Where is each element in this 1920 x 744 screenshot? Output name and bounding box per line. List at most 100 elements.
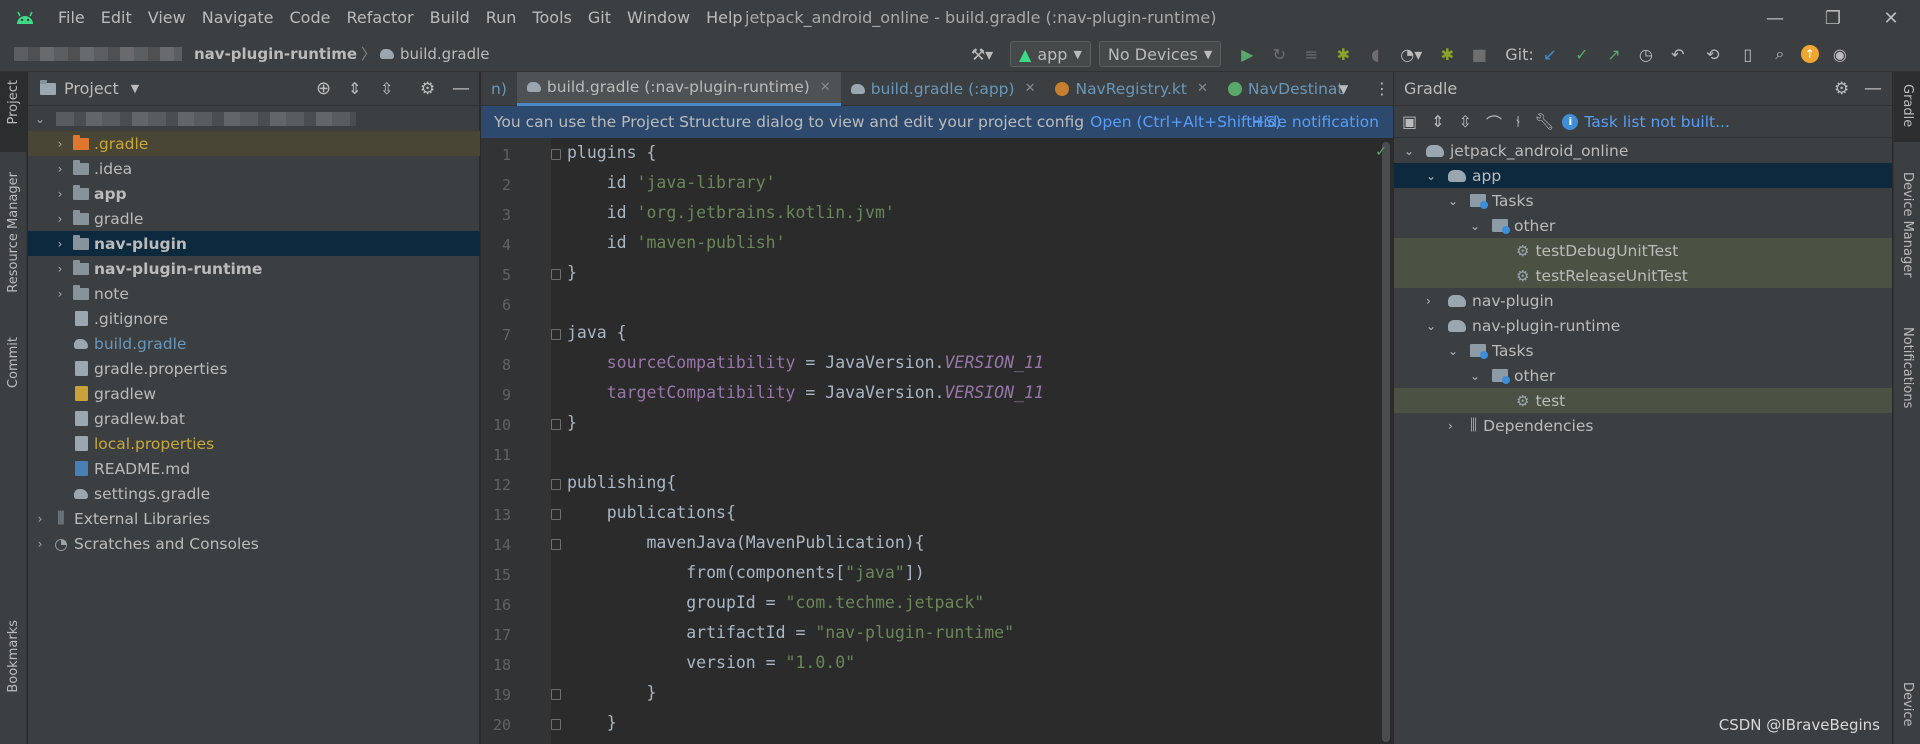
git-push-icon[interactable]: ↗ (1598, 41, 1630, 67)
editor-tab-navregistry[interactable]: NavRegistry.kt ✕ (1045, 72, 1217, 106)
scrollbar-thumb[interactable] (1382, 142, 1390, 742)
device-manager-tool-button[interactable]: Device Manager (1900, 172, 1915, 278)
tree-row[interactable]: README.md (28, 456, 480, 481)
menu-refactor[interactable]: Refactor (338, 0, 421, 36)
gear-icon[interactable]: ⚙ (1834, 79, 1849, 99)
editor-tab-partial[interactable]: n) (481, 72, 517, 106)
gradle-tree-tasks[interactable]: ⌄ Tasks (1394, 338, 1892, 363)
fold-marker-icon[interactable] (551, 269, 561, 280)
gradle-tree-dependencies[interactable]: › ⫼ Dependencies (1394, 413, 1892, 438)
tree-row[interactable]: › note (28, 281, 480, 306)
fold-marker-icon[interactable] (551, 419, 561, 430)
restore-icon[interactable]: ❐ (1804, 0, 1862, 36)
tree-row[interactable]: › ◔ Scratches and Consoles (28, 531, 480, 556)
fold-marker-icon[interactable] (551, 689, 561, 700)
git-rollback-icon[interactable]: ↶ (1662, 41, 1694, 67)
project-tool-button[interactable]: Project (0, 72, 27, 152)
tree-row[interactable]: › nav-plugin (28, 231, 480, 256)
menu-run[interactable]: Run (478, 0, 525, 36)
bookmarks-tool-button[interactable]: Bookmarks (6, 620, 21, 693)
minimize-icon[interactable]: — (1746, 0, 1804, 36)
menu-file[interactable]: File (50, 0, 93, 36)
gradle-task-row[interactable]: ⚙ testDebugUnitTest (1394, 238, 1892, 263)
menu-edit[interactable]: Edit (93, 0, 140, 36)
git-commit-icon[interactable]: ✓ (1566, 41, 1598, 67)
gradle-tree-app[interactable]: ⌄ app (1394, 163, 1892, 188)
search-icon[interactable]: ⌕ (1764, 41, 1796, 67)
fold-marker-icon[interactable] (551, 329, 561, 340)
tree-row[interactable]: › ⫼ External Libraries (28, 506, 480, 531)
gradle-tree-root[interactable]: ⌄ jetpack_android_online (1394, 138, 1892, 163)
show-dependencies-icon[interactable]: ⫮ (1516, 112, 1520, 132)
gradle-tree-other[interactable]: ⌄ other (1394, 363, 1892, 388)
apply-code-changes-icon[interactable]: ≡ (1295, 41, 1327, 67)
tree-row[interactable]: › nav-plugin-runtime (28, 256, 480, 281)
inspection-ok-icon[interactable]: ✓ (1375, 144, 1387, 160)
fold-marker-icon[interactable] (551, 719, 561, 730)
gear-icon[interactable]: ⚙ (420, 79, 435, 99)
chevron-right-icon[interactable]: › (52, 237, 68, 251)
locate-icon[interactable]: ⊕ (316, 78, 331, 99)
close-icon[interactable]: ✕ (1862, 0, 1920, 36)
collapse-all-icon[interactable]: ⇳ (380, 79, 393, 98)
menu-build[interactable]: Build (422, 0, 478, 36)
stop-icon[interactable]: ■ (1463, 41, 1495, 67)
tree-row[interactable]: › gradle (28, 206, 480, 231)
menu-git[interactable]: Git (580, 0, 619, 36)
chevron-right-icon[interactable]: › (32, 512, 48, 526)
tree-row[interactable]: › app (28, 181, 480, 206)
git-update-icon[interactable]: ↙ (1534, 41, 1566, 67)
breadcrumb-module[interactable]: nav-plugin-runtime (194, 45, 357, 63)
gradle-sync-icon[interactable]: ⟲ (1694, 41, 1732, 67)
menu-navigate[interactable]: Navigate (194, 0, 282, 36)
tree-row[interactable]: settings.gradle (28, 481, 480, 506)
vertical-scrollbar[interactable] (1379, 138, 1393, 744)
menu-help[interactable]: Help (698, 0, 750, 36)
tree-row[interactable]: gradlew (28, 381, 480, 406)
tree-row[interactable]: local.properties (28, 431, 480, 456)
expand-all-icon[interactable]: ⇕ (1431, 112, 1444, 131)
build-hammer-icon[interactable]: ⚒▾ (960, 41, 1004, 67)
more-options-icon[interactable]: ⋮ (1374, 79, 1390, 98)
chevron-down-icon[interactable]: ▼ (1339, 82, 1348, 96)
execute-task-icon[interactable]: ▣ (1402, 112, 1417, 131)
fold-marker-icon[interactable] (551, 149, 561, 160)
menu-window[interactable]: Window (619, 0, 698, 36)
close-tab-icon[interactable]: ✕ (820, 80, 831, 95)
chevron-right-icon[interactable]: › (52, 162, 68, 176)
tree-row[interactable]: › .gradle (28, 131, 480, 156)
breadcrumb-file[interactable]: build.gradle (380, 45, 489, 63)
attach-process-icon[interactable]: ✱ (1431, 41, 1463, 67)
chevron-right-icon[interactable]: › (52, 212, 68, 226)
tree-row-root[interactable]: ⌄ (28, 106, 480, 131)
update-icon[interactable]: ↑ (1796, 41, 1824, 67)
debug-icon[interactable]: ✱ (1327, 41, 1359, 67)
device-select[interactable]: No Devices ▼ (1098, 41, 1222, 67)
editor-tab-app-gradle[interactable]: build.gradle (:app) ✕ (841, 72, 1046, 106)
notifications-tool-button[interactable]: Notifications (1900, 327, 1915, 408)
editor-tab-navdestination[interactable]: NavDestinat (1218, 72, 1354, 106)
gradle-tree-other[interactable]: ⌄ other (1394, 213, 1892, 238)
gradle-tool-button[interactable]: Gradle (1894, 72, 1920, 142)
chevron-right-icon[interactable]: › (52, 262, 68, 276)
device-file-explorer-tool-button[interactable]: Device (1900, 682, 1915, 726)
editor-tab-active[interactable]: build.gradle (:nav-plugin-runtime) ✕ (516, 71, 841, 106)
run-config-select[interactable]: ▲ app ▼ (1010, 41, 1091, 67)
code-area[interactable]: 1 2 3 4 5 6 7 8 9 10 11 12 13 14 15 16 1… (481, 138, 1379, 744)
gradle-task-row[interactable]: ⚙ test (1394, 388, 1892, 413)
tree-row[interactable]: .gitignore (28, 306, 480, 331)
chevron-right-icon[interactable]: › (32, 537, 48, 551)
gradle-tree-tasks[interactable]: ⌄ Tasks (1394, 188, 1892, 213)
fold-marker-icon[interactable] (551, 479, 561, 490)
commit-tool-button[interactable]: Commit (6, 337, 21, 388)
profile-icon[interactable]: ◔▾ (1391, 41, 1431, 67)
tree-row[interactable]: › .idea (28, 156, 480, 181)
chevron-right-icon[interactable]: › (52, 287, 68, 301)
account-icon[interactable]: ◉ (1824, 41, 1856, 67)
tree-row[interactable]: gradle.properties (28, 356, 480, 381)
close-tab-icon[interactable]: ✕ (1197, 81, 1208, 96)
hide-panel-icon[interactable]: — (1864, 78, 1882, 99)
menu-tools[interactable]: Tools (524, 0, 579, 36)
chevron-right-icon[interactable]: › (52, 187, 68, 201)
gradle-tree-nav-plugin-runtime[interactable]: ⌄ nav-plugin-runtime (1394, 313, 1892, 338)
